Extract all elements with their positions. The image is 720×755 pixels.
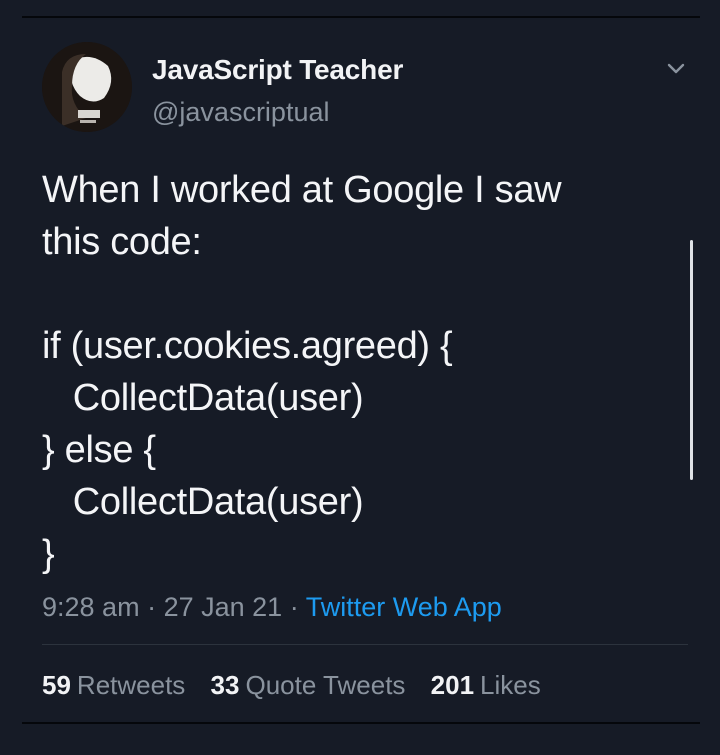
stats-divider xyxy=(42,644,688,645)
likes-stat[interactable]: 201 Likes xyxy=(431,670,541,701)
scrollbar[interactable] xyxy=(690,240,693,480)
tweet-time[interactable]: 9:28 am xyxy=(42,592,140,622)
bottom-divider xyxy=(22,722,700,724)
top-divider xyxy=(22,16,700,18)
profile-photo-icon xyxy=(42,42,132,132)
avatar[interactable] xyxy=(42,42,132,132)
tweet-card: JavaScript Teacher @javascriptual When I… xyxy=(0,0,720,755)
tweet-stats: 59 Retweets 33 Quote Tweets 201 Likes xyxy=(42,670,559,701)
tweet-meta: 9:28 am · 27 Jan 21 · Twitter Web App xyxy=(42,592,502,623)
likes-label: Likes xyxy=(480,670,541,700)
tweet-text: When I worked at Google I saw this code:… xyxy=(42,169,562,575)
likes-count: 201 xyxy=(430,670,475,700)
quote-tweets-stat[interactable]: 33 Quote Tweets xyxy=(211,670,406,701)
retweets-label: Retweets xyxy=(76,670,186,700)
quote-tweets-label: Quote Tweets xyxy=(245,670,406,700)
chevron-down-icon xyxy=(667,63,685,74)
user-handle[interactable]: @javascriptual xyxy=(152,97,329,128)
display-name[interactable]: JavaScript Teacher xyxy=(152,54,403,86)
tweet-source-link[interactable]: Twitter Web App xyxy=(306,592,502,622)
meta-separator: · xyxy=(147,592,157,622)
retweets-stat[interactable]: 59 Retweets xyxy=(42,670,185,701)
more-options-button[interactable] xyxy=(664,58,688,78)
tweet-date[interactable]: 27 Jan 21 xyxy=(164,592,283,622)
meta-separator: · xyxy=(289,592,299,622)
retweets-count: 59 xyxy=(42,670,71,700)
quote-tweets-count: 33 xyxy=(210,670,240,700)
